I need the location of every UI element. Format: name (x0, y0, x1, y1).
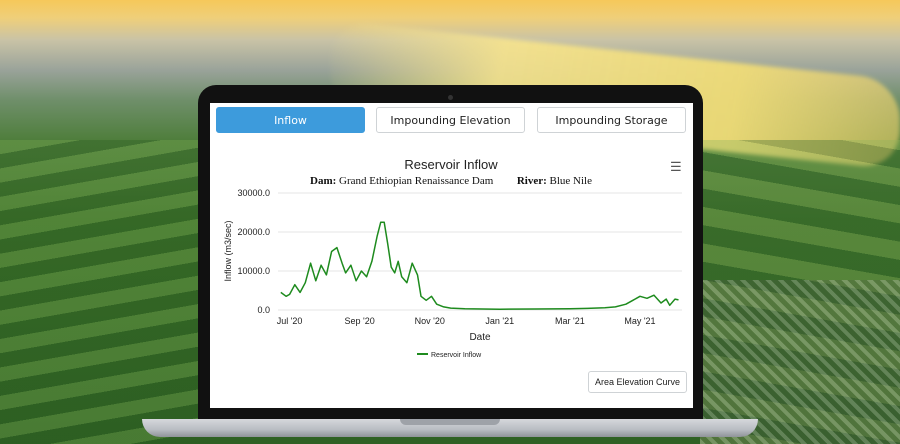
inflow-chart: 0.0 10000.0 20000.0 30000.0 Jul '20 Sep '20 N… (223, 188, 682, 359)
y-tick-label: 10000.0 (237, 266, 270, 276)
x-axis-label: Date (469, 332, 491, 343)
x-tick-label: Jul '20 (277, 316, 303, 326)
x-tick-label: Mar '21 (555, 316, 585, 326)
y-tick-label: 0.0 (257, 305, 270, 315)
laptop-screen: Inflow Impounding Elevation Impounding S… (210, 103, 693, 408)
series-line-reservoir-inflow[interactable] (280, 221, 679, 310)
area-elevation-curve-button[interactable]: Area Elevation Curve (588, 371, 687, 393)
camera-icon (448, 95, 453, 100)
x-tick-label: Sep '20 (345, 316, 375, 326)
x-tick-label: May '21 (624, 316, 655, 326)
laptop-notch (400, 419, 500, 425)
x-tick-label: Nov '20 (415, 316, 445, 326)
y-axis-label: Inflow (m3/sec) (223, 220, 233, 281)
fields-left (0, 140, 210, 444)
y-tick-label: 30000.0 (237, 188, 270, 198)
y-tick-label: 20000.0 (237, 227, 270, 237)
legend-label[interactable]: Reservoir Inflow (431, 352, 482, 359)
x-tick-label: Jan '21 (485, 316, 514, 326)
